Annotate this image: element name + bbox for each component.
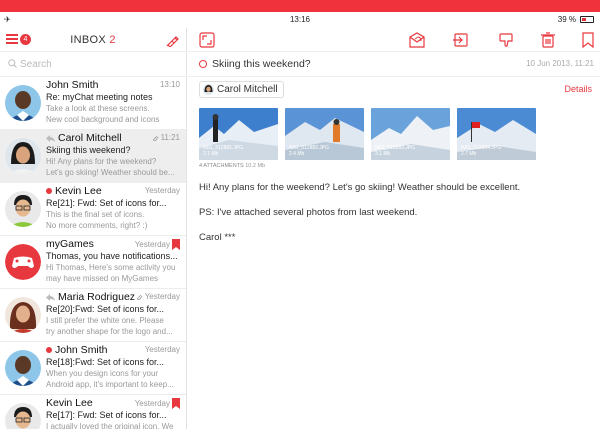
unread-dot <box>46 188 52 194</box>
attachment-caption: IMG_312882.JPG 2.4 Mb <box>289 145 330 157</box>
message-time: Yesterday <box>135 239 180 250</box>
top-red-bar <box>0 0 600 12</box>
reply-icon <box>46 134 55 142</box>
attachment-caption: IMG_312883.JPG 3.1 Mb <box>375 145 416 157</box>
unread-dot <box>46 347 52 353</box>
attachment-thumbnail[interactable]: IMG_312883.JPG 3.1 Mb <box>371 108 450 160</box>
sender-name: Carol Mitchell <box>217 84 278 95</box>
message-time: Yesterday <box>144 345 180 354</box>
attachments-summary: 4 ATTACHMENTS 10.2 Mb <box>199 163 266 169</box>
inbox-count: 2 <box>109 34 116 46</box>
compose-icon[interactable] <box>166 33 180 47</box>
message-time: Yesterday <box>135 292 180 301</box>
details-link[interactable]: Details <box>564 84 592 94</box>
message-sender: Maria Rodriguez <box>46 291 135 303</box>
message-sender: Carol Mitchell <box>46 132 122 144</box>
search-bar <box>0 52 186 77</box>
list-item[interactable]: Carol Mitchell 11:21 Skiing this weekend… <box>0 130 186 183</box>
message-title: Skiing this weekend? <box>212 58 311 70</box>
list-item[interactable]: John Smith Yesterday Re[18]:Fwd: Set of … <box>0 342 186 395</box>
bookmark-icon[interactable] <box>579 31 597 49</box>
list-item[interactable]: John Smith 13:10 Re: myChat meeting note… <box>0 77 186 130</box>
message-reader-pane: Skiing this weekend? 10 Jun 2013, 11:21 … <box>188 28 600 429</box>
message-date: 10 Jun 2013, 11:21 <box>526 59 594 68</box>
avatar <box>5 138 41 174</box>
message-sender: myGames <box>46 238 94 250</box>
message-subject: Skiing this weekend? <box>46 145 131 155</box>
message-preview: I still prefer the white one. Please try … <box>46 316 173 336</box>
message-preview: When you design icons for your Android ap… <box>46 369 174 389</box>
inbox-header: 4 INBOX 2 <box>0 28 186 52</box>
search-input[interactable] <box>20 57 170 71</box>
message-subject: Re[21]: Fwd: Set of icons for... <box>46 198 167 208</box>
attachment-thumbnail[interactable]: IMG_312882.JPG 2.4 Mb <box>285 108 364 160</box>
message-list-pane: 4 INBOX 2 John Smith 13:10 <box>0 28 187 429</box>
message-preview: Hi Thomas, Here's some activity you may h… <box>46 263 176 283</box>
body-paragraph: PS: I've attached several photos from la… <box>199 207 418 218</box>
unread-toggle-icon[interactable] <box>199 60 207 68</box>
message-preview: This is the final set of icons. No more c… <box>46 210 148 230</box>
message-sender: John Smith <box>46 79 99 91</box>
message-body: Hi! Any plans for the weekend? Let's go … <box>199 182 520 257</box>
list-item[interactable]: Maria Rodriguez Yesterday Re[20]:Fwd: Se… <box>0 289 186 342</box>
message-subject: Re[20]:Fwd: Set of icons for... <box>46 304 165 314</box>
message-preview: I actually loved the original icon. We <box>46 422 174 429</box>
fullscreen-icon[interactable] <box>198 31 216 49</box>
avatar <box>5 350 41 386</box>
message-time: Yesterday <box>135 398 180 409</box>
attachment-icon <box>152 135 158 141</box>
inbox-title-label: INBOX <box>70 34 106 46</box>
attachment-thumbnail[interactable]: IMG_312884.JPG 2.7 Mb <box>457 108 536 160</box>
message-subject: Re[17]: Fwd: Set of icons for... <box>46 410 167 420</box>
avatar <box>5 191 41 227</box>
reply-all-icon[interactable] <box>408 31 426 49</box>
search-icon <box>8 59 17 68</box>
list-item[interactable]: myGames Yesterday Thomas, you have notif… <box>0 236 186 289</box>
message-time: 11:21 <box>151 133 180 142</box>
avatar <box>5 297 41 333</box>
attachment-caption: IMG_312881.JPG 2.1 Mb <box>203 145 244 157</box>
battery-icon <box>580 16 594 23</box>
bookmark-icon[interactable] <box>172 398 180 409</box>
message-sender: John Smith <box>46 344 108 356</box>
status-time: 13:16 <box>289 15 311 24</box>
attachment-caption: IMG_312884.JPG 2.7 Mb <box>461 145 502 157</box>
bookmark-icon[interactable] <box>172 239 180 250</box>
avatar <box>5 403 41 429</box>
attachments: IMG_312881.JPG 2.1 Mb IMG_312882.JPG 2.4 M… <box>199 108 536 160</box>
message-preview: Take a look at these screens. New cool ba… <box>46 104 160 124</box>
message-sender: Kevin Lee <box>46 185 102 197</box>
body-signature: Carol *** <box>199 232 236 243</box>
sender-chip[interactable]: Carol Mitchell <box>199 81 284 98</box>
avatar <box>5 85 41 121</box>
avatar <box>203 84 214 95</box>
body-paragraph: Hi! Any plans for the weekend? Let's go … <box>199 182 521 193</box>
avatar <box>5 244 41 280</box>
message-subject: Re: myChat meeting notes <box>46 92 153 102</box>
spam-icon[interactable] <box>497 31 515 49</box>
reply-icon <box>46 293 55 301</box>
message-list: John Smith 13:10 Re: myChat meeting note… <box>0 77 186 429</box>
list-item[interactable]: Kevin Lee Yesterday Re[17]: Fwd: Set of … <box>0 395 186 429</box>
move-to-folder-icon[interactable] <box>452 31 470 49</box>
message-subject: Re[18]:Fwd: Set of icons for... <box>46 357 165 367</box>
message-subject: Thomas, you have notifications... <box>46 251 178 261</box>
message-time: Yesterday <box>144 186 180 195</box>
reader-toolbar <box>188 28 600 52</box>
message-preview: Hi! Any plans for the weekend? Let's go s… <box>46 157 175 177</box>
list-item[interactable]: Kevin Lee Yesterday Re[21]: Fwd: Set of … <box>0 183 186 236</box>
status-bar: ✈ 13:16 39 % <box>0 12 600 28</box>
from-bar: Carol Mitchell Details <box>188 77 600 102</box>
battery-status: 39 % <box>558 15 594 24</box>
trash-icon[interactable] <box>539 31 557 49</box>
battery-percent: 39 % <box>557 15 576 24</box>
attachment-icon <box>136 294 143 300</box>
message-sender: Kevin Lee <box>46 397 93 409</box>
message-subject-bar: Skiing this weekend? 10 Jun 2013, 11:21 <box>188 52 600 77</box>
message-time: 13:10 <box>159 80 180 89</box>
attachment-thumbnail[interactable]: IMG_312881.JPG 2.1 Mb <box>199 108 278 160</box>
inbox-title: INBOX 2 <box>0 34 186 46</box>
